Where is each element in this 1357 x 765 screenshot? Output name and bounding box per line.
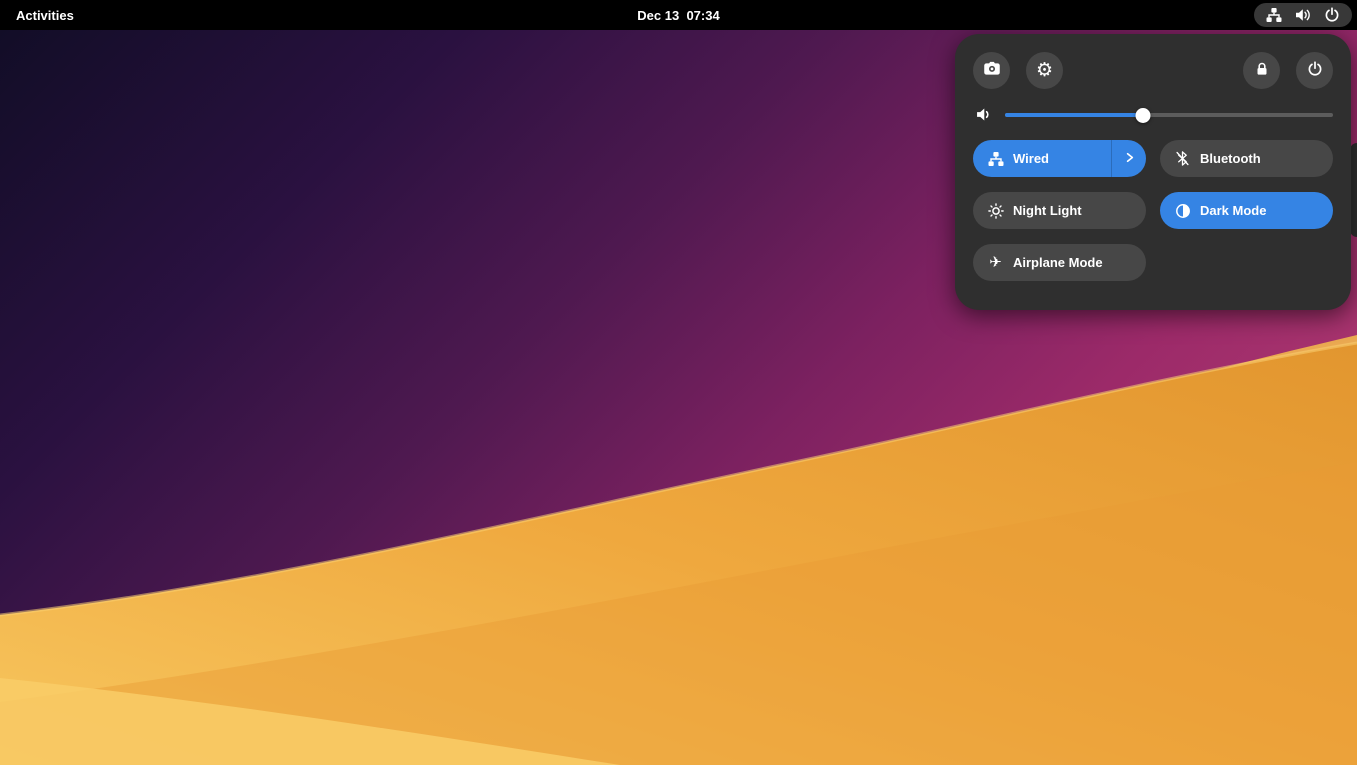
volume-row	[973, 106, 1333, 123]
toggle-label: Night Light	[1013, 203, 1082, 218]
toggle-wired-main[interactable]: Wired	[973, 140, 1111, 177]
toggle-label: Dark Mode	[1200, 203, 1266, 218]
power-menu-button[interactable]	[1296, 52, 1333, 89]
speaker-icon	[973, 106, 995, 123]
top-bar: Activities Dec 13 07:34	[0, 0, 1357, 30]
lock-icon	[1254, 61, 1270, 80]
night-light-icon	[987, 203, 1004, 219]
clock[interactable]: Dec 13 07:34	[637, 8, 719, 23]
bluetooth-disabled-icon	[1174, 151, 1191, 166]
toggle-night-light-main[interactable]: Night Light	[973, 192, 1146, 229]
toggle-bluetooth-main[interactable]: Bluetooth	[1160, 140, 1333, 177]
network-wired-icon	[987, 151, 1004, 167]
toggle-label: Wired	[1013, 151, 1049, 166]
quick-settings-panel: ⚙	[955, 34, 1351, 310]
toggle-airplane-mode[interactable]: ✈ Airplane Mode	[973, 244, 1146, 281]
toggle-wired[interactable]: Wired	[973, 140, 1146, 177]
chevron-right-icon	[1122, 150, 1137, 168]
volume-fill	[1005, 113, 1143, 117]
camera-icon	[983, 60, 1001, 81]
toggle-grid: Wired	[973, 140, 1333, 281]
volume-icon	[1295, 7, 1311, 23]
screenshot-button[interactable]	[973, 52, 1010, 89]
lock-button[interactable]	[1243, 52, 1280, 89]
toggle-dark-mode[interactable]: Dark Mode	[1160, 192, 1333, 229]
airplane-icon: ✈	[987, 255, 1004, 270]
settings-button[interactable]: ⚙	[1026, 52, 1063, 89]
volume-slider[interactable]	[1005, 107, 1333, 123]
activities-button[interactable]: Activities	[0, 0, 90, 30]
power-icon	[1307, 61, 1323, 80]
toggle-label: Bluetooth	[1200, 151, 1261, 166]
toggle-label: Airplane Mode	[1013, 255, 1103, 270]
edge-panel-notch	[1350, 143, 1357, 237]
gear-icon: ⚙	[1036, 61, 1053, 80]
toggle-bluetooth[interactable]: Bluetooth	[1160, 140, 1333, 177]
toggle-wired-expand-button[interactable]	[1112, 140, 1146, 177]
toggle-airplane-mode-main[interactable]: ✈ Airplane Mode	[973, 244, 1146, 281]
desktop: Activities Dec 13 07:34	[0, 0, 1357, 765]
network-wired-icon	[1266, 7, 1282, 23]
toggle-night-light[interactable]: Night Light	[973, 192, 1146, 229]
volume-knob[interactable]	[1135, 108, 1150, 123]
quick-settings-actions: ⚙	[973, 52, 1333, 89]
system-status-area[interactable]	[1254, 3, 1352, 27]
toggle-dark-mode-main[interactable]: Dark Mode	[1160, 192, 1333, 229]
power-icon	[1324, 7, 1340, 23]
dark-mode-icon	[1174, 203, 1191, 219]
